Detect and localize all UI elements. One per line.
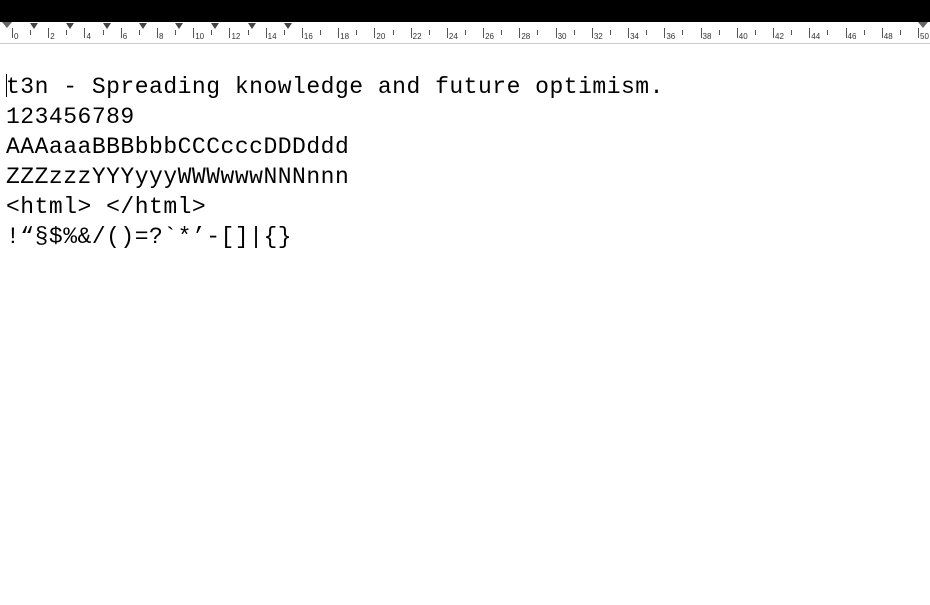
ruler-label: 22: [413, 32, 422, 41]
document-area[interactable]: t3n - Spreading knowledge and future opt…: [0, 44, 930, 258]
ruler-label: 28: [521, 32, 530, 41]
line-text: ZZZzzzYYYyyyWWWwwwNNNnnn: [6, 164, 349, 190]
ruler-label: 16: [304, 32, 313, 41]
tab-stop-marker[interactable]: [284, 23, 292, 31]
line-text: !“§$%&/()=?`*’-[]|{}: [6, 224, 292, 250]
ruler-label: 42: [775, 32, 784, 41]
ruler-label: 12: [231, 32, 240, 41]
ruler-label: 18: [340, 32, 349, 41]
ruler-tick-minor: [465, 30, 466, 35]
ruler-tick-major: [338, 28, 339, 38]
document-line: !“§$%&/()=?`*’-[]|{}: [6, 222, 924, 252]
document-line: t3n - Spreading knowledge and future opt…: [6, 72, 924, 102]
ruler-tick-major: [556, 28, 557, 38]
ruler-label: 38: [703, 32, 712, 41]
line-text: AAAaaaBBBbbbCCCcccDDDddd: [6, 134, 349, 160]
tab-stop-marker[interactable]: [211, 23, 219, 31]
ruler-area[interactable]: 0246810121416182022242628303234363840424…: [0, 22, 930, 44]
ruler-tick-minor: [719, 30, 720, 35]
ruler-tick-minor: [320, 30, 321, 35]
line-text: t3n - Spreading knowledge and future opt…: [6, 74, 664, 100]
ruler-tick-minor: [791, 30, 792, 35]
ruler-label: 0: [14, 32, 18, 41]
ruler-tick-major: [411, 28, 412, 38]
ruler-tick-minor: [755, 30, 756, 35]
ruler-tick-minor: [356, 30, 357, 35]
ruler-tick-major: [628, 28, 629, 38]
ruler-label: 6: [123, 32, 127, 41]
ruler-label: 4: [86, 32, 90, 41]
ruler-tick-minor: [393, 30, 394, 35]
ruler-tick-major: [664, 28, 665, 38]
tab-stop-marker[interactable]: [66, 23, 74, 31]
ruler-label: 32: [594, 32, 603, 41]
ruler-label: 44: [811, 32, 820, 41]
ruler-tick-major: [157, 28, 158, 38]
ruler-label: 26: [485, 32, 494, 41]
ruler-tick-major: [809, 28, 810, 38]
tab-stop-marker[interactable]: [248, 23, 256, 31]
ruler-label: 36: [666, 32, 675, 41]
ruler-tick-major: [519, 28, 520, 38]
ruler-tick-major: [302, 28, 303, 38]
ruler-label: 46: [848, 32, 857, 41]
ruler-tick-minor: [501, 30, 502, 35]
ruler-tick-minor: [900, 30, 901, 35]
ruler-label: 40: [739, 32, 748, 41]
ruler-label: 34: [630, 32, 639, 41]
line-text: 123456789: [6, 104, 135, 130]
ruler-label: 48: [884, 32, 893, 41]
tab-stop-marker[interactable]: [139, 23, 147, 31]
ruler-tick-minor: [646, 30, 647, 35]
ruler-tick-major: [84, 28, 85, 38]
ruler-tick-minor: [537, 30, 538, 35]
tab-stop-marker[interactable]: [103, 23, 111, 31]
ruler-tick-major: [773, 28, 774, 38]
ruler-tick-major: [737, 28, 738, 38]
ruler-tick-major: [229, 28, 230, 38]
ruler-tick-minor: [682, 30, 683, 35]
ruler-label: 2: [50, 32, 54, 41]
ruler-tick-minor: [610, 30, 611, 35]
ruler-tick-major: [846, 28, 847, 38]
ruler-label: 8: [159, 32, 163, 41]
ruler-tick-major: [447, 28, 448, 38]
left-margin-marker[interactable]: [2, 22, 12, 32]
ruler-tick-major: [882, 28, 883, 38]
document-line: <html> </html>: [6, 192, 924, 222]
ruler-tick-minor: [864, 30, 865, 35]
ruler-tick-major: [374, 28, 375, 38]
tab-stop-marker[interactable]: [175, 23, 183, 31]
toolbar: [0, 0, 930, 22]
ruler[interactable]: 0246810121416182022242628303234363840424…: [12, 22, 918, 44]
ruler-tick-major: [12, 28, 13, 38]
ruler-tick-major: [483, 28, 484, 38]
line-text: <html> </html>: [6, 194, 206, 220]
ruler-tick-minor: [827, 30, 828, 35]
ruler-tick-major: [266, 28, 267, 38]
ruler-label: 30: [558, 32, 567, 41]
ruler-tick-major: [121, 28, 122, 38]
ruler-tick-major: [193, 28, 194, 38]
document-line: ZZZzzzYYYyyyWWWwwwNNNnnn: [6, 162, 924, 192]
ruler-label: 14: [268, 32, 277, 41]
ruler-label: 24: [449, 32, 458, 41]
tab-stop-marker[interactable]: [30, 23, 38, 31]
right-margin-marker[interactable]: [918, 22, 928, 32]
ruler-tick-major: [592, 28, 593, 38]
ruler-tick-minor: [574, 30, 575, 35]
ruler-tick-major: [48, 28, 49, 38]
ruler-tick-minor: [429, 30, 430, 35]
ruler-label: 50: [920, 32, 929, 41]
ruler-label: 20: [376, 32, 385, 41]
document-line: 123456789: [6, 102, 924, 132]
ruler-tick-major: [701, 28, 702, 38]
ruler-label: 10: [195, 32, 204, 41]
document-line: AAAaaaBBBbbbCCCcccDDDddd: [6, 132, 924, 162]
